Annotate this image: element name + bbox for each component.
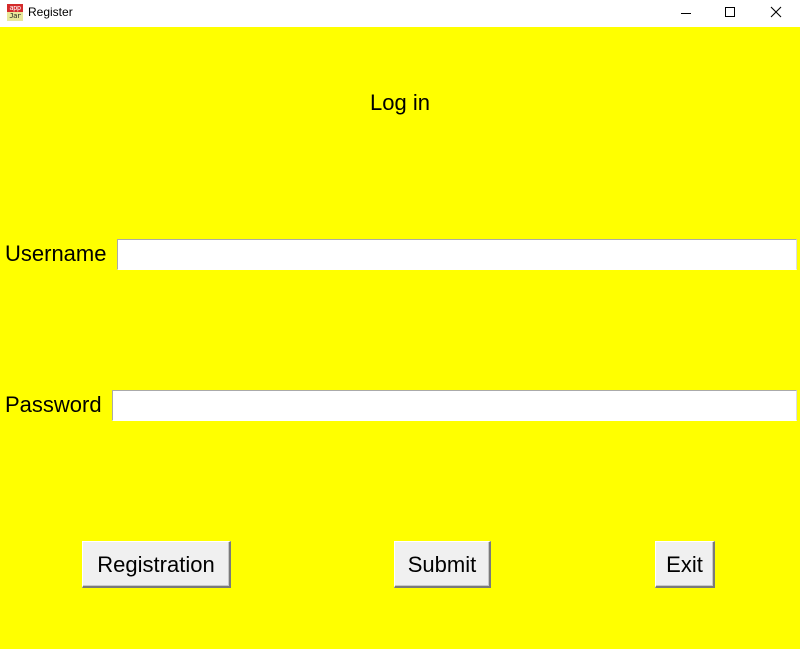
submit-button[interactable]: Submit [394, 541, 491, 588]
registration-button[interactable]: Registration [82, 541, 231, 588]
app-icon-bottom-text: Jar [7, 12, 23, 21]
page-title: Log in [370, 90, 430, 115]
maximize-button[interactable] [707, 0, 753, 27]
minimize-icon [681, 13, 691, 14]
app-icon-top-text: app [7, 4, 23, 12]
password-label: Password [5, 392, 102, 417]
maximize-icon [725, 7, 735, 17]
close-button[interactable] [753, 0, 799, 27]
username-label: Username [5, 241, 107, 266]
app-window: app Jar Register Log in Username Passwor… [0, 0, 800, 649]
minimize-button[interactable] [663, 0, 709, 27]
window-title: Register [28, 5, 73, 19]
username-input[interactable] [117, 239, 797, 270]
close-icon [770, 6, 782, 18]
password-input[interactable] [112, 390, 797, 421]
exit-button[interactable]: Exit [655, 541, 715, 588]
title-bar[interactable]: app Jar Register [0, 0, 800, 27]
app-jar-icon: app Jar [7, 4, 23, 21]
